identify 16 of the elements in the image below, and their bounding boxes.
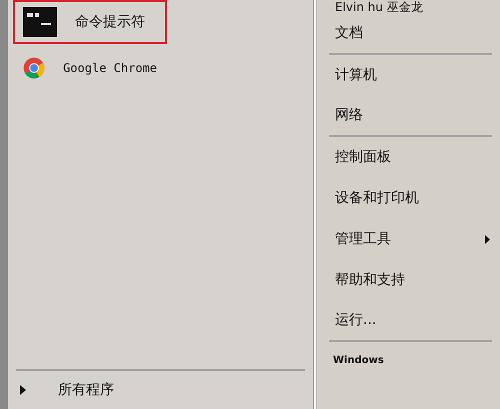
menu-item[interactable]: 设备和打印机 <box>329 178 492 219</box>
menu-item[interactable]: 帮助和支持 <box>329 260 492 301</box>
arrow-icon <box>20 385 26 395</box>
menu-item[interactable]: 控制面板 <box>329 137 492 178</box>
menu-item[interactable]: 文档 <box>329 14 492 55</box>
menu-item[interactable]: 计算机 <box>329 55 492 96</box>
all-programs-item[interactable]: 所有程序 <box>8 371 313 409</box>
submenu-arrow-icon <box>485 235 490 244</box>
user-name[interactable]: Elvin hu 巫金龙 <box>329 0 492 14</box>
menu-item[interactable]: 运行... <box>329 301 492 342</box>
menu-item[interactable]: 管理工具 <box>329 219 492 260</box>
menu-item[interactable]: 网络 <box>329 96 492 137</box>
program-item[interactable]: 命令提示符 <box>13 0 167 44</box>
console-icon <box>23 7 57 37</box>
program-item[interactable]: Google Chrome <box>13 46 167 90</box>
shutdown-button[interactable]: Windows <box>329 350 384 370</box>
